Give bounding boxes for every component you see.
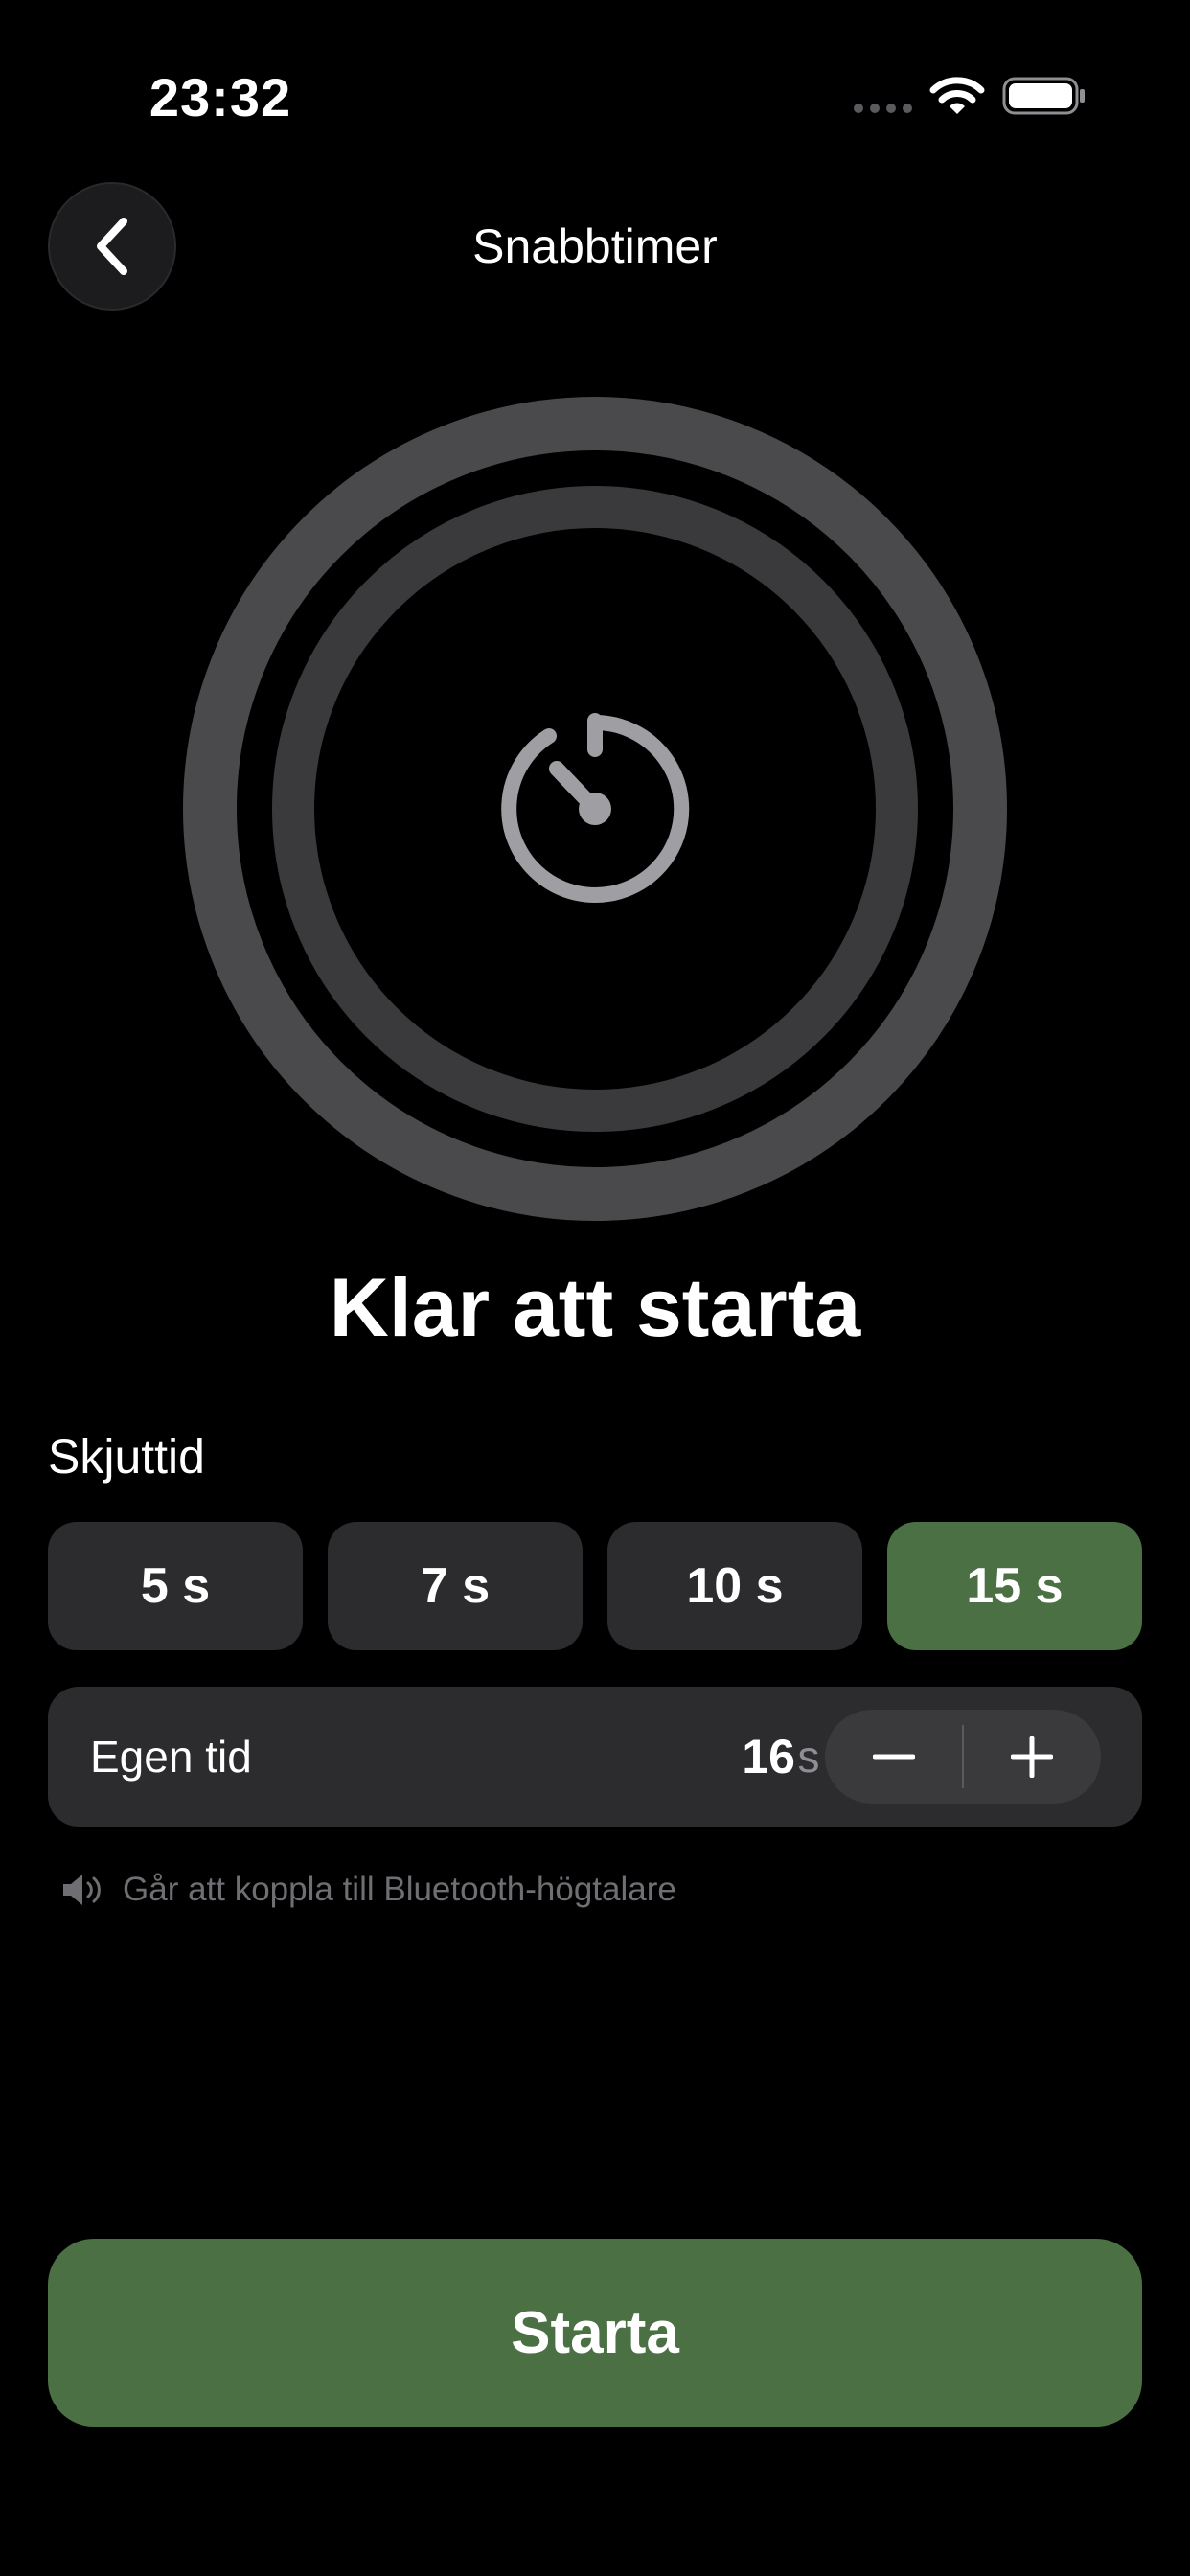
preset-7s-button[interactable]: 7 s — [328, 1522, 583, 1650]
chevron-left-icon — [97, 218, 127, 275]
cellular-signal-icon — [854, 104, 912, 113]
speaker-icon — [63, 1874, 101, 1905]
preset-5s-button[interactable]: 5 s — [48, 1522, 303, 1650]
stopwatch-icon — [501, 713, 690, 903]
decrement-button[interactable] — [825, 1710, 963, 1804]
preset-15s-button[interactable]: 15 s — [887, 1522, 1142, 1650]
timer-rings — [183, 397, 1007, 1221]
minus-icon — [873, 1754, 915, 1760]
start-button[interactable]: Starta — [48, 2239, 1142, 2426]
nav-title: Snabbtimer — [472, 219, 718, 273]
bluetooth-hint: Går att koppla till Bluetooth-högtalare — [123, 1871, 676, 1908]
plus-icon — [1011, 1736, 1053, 1778]
status-time: 23:32 — [149, 67, 292, 127]
shot-time-label: Skjuttid — [48, 1430, 205, 1484]
custom-time-label: Egen tid — [90, 1732, 252, 1782]
preset-10s-button[interactable]: 10 s — [607, 1522, 862, 1650]
back-button[interactable] — [48, 182, 176, 310]
custom-time-stepper — [825, 1710, 1101, 1804]
increment-button[interactable] — [963, 1710, 1101, 1804]
battery-icon — [1002, 77, 1085, 115]
timer-status: Klar att starta — [329, 1262, 861, 1354]
custom-time-row: Egen tid 16 s — [48, 1687, 1142, 1827]
wifi-icon — [929, 77, 985, 114]
